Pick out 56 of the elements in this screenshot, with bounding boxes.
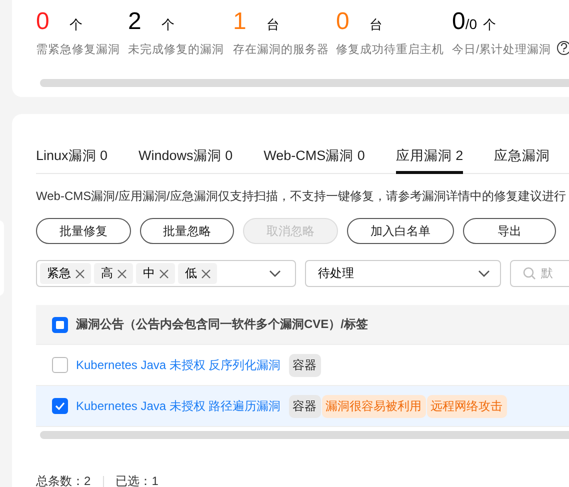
- level-chip[interactable]: 低: [178, 263, 217, 284]
- search-icon: [523, 267, 536, 280]
- stat-label: 修复成功待重启主机: [336, 42, 444, 57]
- level-chip[interactable]: 高: [94, 263, 133, 284]
- level-chip[interactable]: 中: [136, 263, 175, 284]
- action-button[interactable]: 导出: [463, 218, 556, 244]
- checkmark-icon: [55, 402, 65, 410]
- stat-label: 存在漏洞的服务器: [233, 42, 329, 57]
- scrollbar[interactable]: [40, 431, 569, 439]
- close-icon[interactable]: [201, 268, 211, 278]
- stat-unit: 台: [369, 16, 382, 34]
- action-button[interactable]: 批量忽略: [140, 218, 234, 244]
- stat-value: 1: [233, 8, 246, 36]
- level-chip[interactable]: 紧急: [40, 263, 91, 284]
- vulnerability-link[interactable]: Kubernetes Java 未授权 路径遍历漏洞: [76, 398, 281, 414]
- tab[interactable]: 应用漏洞 2: [396, 144, 464, 174]
- stat-label: 未完成修复的漏洞: [128, 42, 224, 57]
- selected-count: 已选：1: [116, 473, 158, 487]
- stat-total: /0: [465, 16, 478, 32]
- stat-value: 0: [36, 8, 50, 36]
- tab[interactable]: Linux漏洞 0: [36, 144, 108, 174]
- level-select[interactable]: 紧急 高 中 低: [36, 260, 296, 287]
- tag: 容器: [288, 354, 321, 376]
- chevron-down-icon: [478, 270, 490, 278]
- row-checkbox[interactable]: [52, 398, 68, 414]
- notice-text: Web-CMS漏洞/应用漏洞/应急漏洞仅支持扫描，不支持一键修复，请参考漏洞详情中的修复建议进行: [36, 188, 567, 205]
- help-icon[interactable]: [557, 40, 569, 54]
- tab[interactable]: Windows漏洞 0: [138, 144, 233, 174]
- tag: 容器: [288, 394, 321, 418]
- action-button[interactable]: 批量修复: [36, 218, 131, 244]
- stat-label: 今日/累计处理漏洞: [452, 42, 552, 57]
- stat-unit: 台: [266, 16, 280, 34]
- status-select[interactable]: 待处理: [305, 260, 501, 287]
- close-icon[interactable]: [159, 268, 169, 278]
- action-button[interactable]: 加入白名单: [347, 218, 454, 244]
- stat-unit: 个: [483, 16, 496, 34]
- stat-unit: 个: [69, 16, 82, 34]
- tab[interactable]: 应急漏洞: [494, 144, 550, 174]
- row-checkbox[interactable]: [52, 357, 68, 373]
- stat-value: 0: [452, 8, 466, 36]
- stat-label: 需紧急修复漏洞: [36, 42, 120, 57]
- scrollbar[interactable]: [40, 79, 569, 87]
- total-count: 总条数：2: [36, 473, 91, 487]
- column-header: 漏洞公告（公告内会包含同一软件多个漏洞CVE）/标签: [76, 316, 368, 333]
- select-all-checkbox[interactable]: [52, 316, 68, 332]
- stat-value: 2: [128, 8, 142, 36]
- tab[interactable]: Web-CMS漏洞 0: [264, 144, 365, 174]
- chevron-down-icon: [269, 270, 281, 278]
- close-icon[interactable]: [75, 268, 85, 278]
- vulnerability-link[interactable]: Kubernetes Java 未授权 反序列化漏洞: [76, 356, 281, 374]
- tag: 漏洞很容易被利用: [322, 394, 426, 418]
- stat-value: 0: [336, 8, 350, 36]
- tag: 远程网络攻击: [426, 394, 507, 418]
- stat-unit: 个: [161, 16, 174, 34]
- square-icon: [56, 320, 64, 328]
- close-icon[interactable]: [117, 268, 127, 278]
